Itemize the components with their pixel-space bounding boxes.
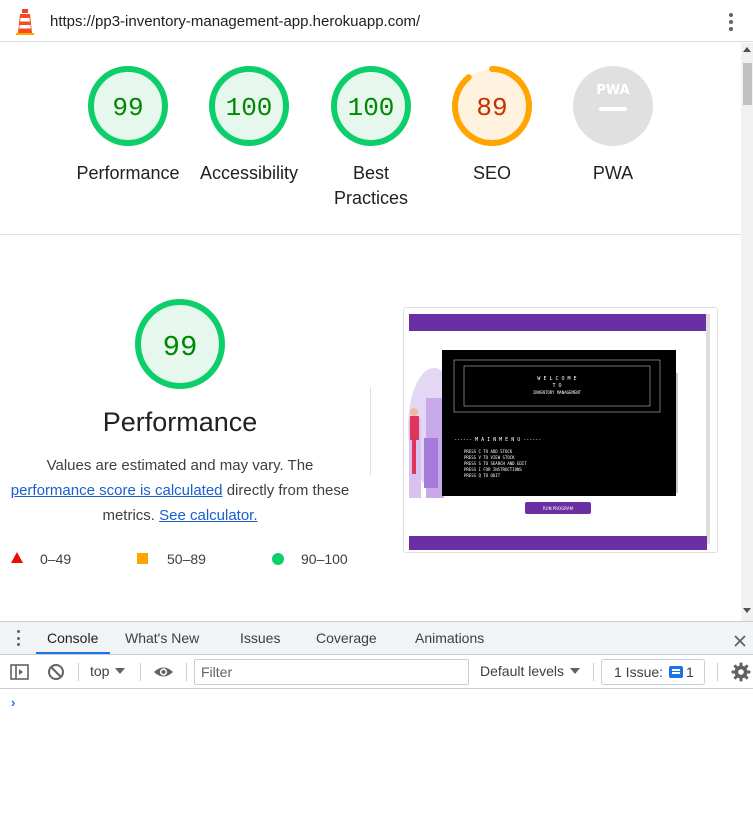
see-calculator-link[interactable]: See calculator. bbox=[159, 507, 257, 524]
url-text[interactable]: https://pp3-inventory-management-app.her… bbox=[50, 13, 420, 30]
gauge-label-line2: Practices bbox=[333, 188, 409, 208]
report-scrollbar[interactable] bbox=[741, 43, 753, 621]
gauge-score: 89 bbox=[476, 93, 507, 123]
toolbar-separator bbox=[140, 663, 141, 681]
issues-count: 1 bbox=[686, 664, 694, 680]
pass-circle-icon bbox=[272, 553, 284, 565]
performance-title: Performance bbox=[102, 407, 258, 437]
tab-coverage[interactable]: Coverage bbox=[316, 630, 377, 646]
toolbar-separator bbox=[593, 663, 594, 681]
divider bbox=[370, 387, 371, 475]
gauge-ring: 99 bbox=[135, 299, 225, 389]
performance-description: Values are estimated and may vary. The p… bbox=[0, 453, 360, 528]
svg-text:PRESS I FOR INSTRUCTIONS: PRESS I FOR INSTRUCTIONS bbox=[464, 467, 522, 472]
close-icon[interactable] bbox=[733, 631, 747, 651]
svg-text:PRESS S TO SEARCH AND EDIT: PRESS S TO SEARCH AND EDIT bbox=[464, 461, 527, 466]
gauge-score: 100 bbox=[348, 93, 395, 123]
gauge-label: Best Practices bbox=[311, 161, 431, 211]
svg-text:INVENTORY MANAGEMENT: INVENTORY MANAGEMENT bbox=[533, 390, 582, 395]
average-square-icon bbox=[137, 553, 148, 564]
lighthouse-icon bbox=[16, 9, 34, 35]
final-screenshot[interactable]: W E L C O M E T O INVENTORY MANAGEMENT -… bbox=[403, 307, 718, 553]
tab-animations[interactable]: Animations bbox=[415, 630, 484, 646]
performance-score: 99 bbox=[163, 331, 198, 364]
gauge-accessibility[interactable]: 100 Accessibility bbox=[189, 65, 309, 186]
scrollbar-thumb[interactable] bbox=[743, 63, 752, 105]
gauge-performance[interactable]: 99 Performance bbox=[68, 65, 188, 186]
svg-text:PRESS C TO ADD STOCK: PRESS C TO ADD STOCK bbox=[464, 449, 513, 454]
gauge-score: 99 bbox=[112, 93, 143, 123]
gauge-ring: 100 bbox=[209, 66, 289, 146]
legend-pass: 90–100 bbox=[301, 551, 348, 567]
svg-text:PRESS Q TO QUIT: PRESS Q TO QUIT bbox=[464, 473, 501, 478]
score-legend: 0–49 50–89 90–100 bbox=[10, 549, 370, 569]
scroll-up-arrow-icon[interactable] bbox=[743, 47, 751, 52]
gauge-score: 100 bbox=[226, 93, 273, 123]
more-options-icon[interactable] bbox=[723, 11, 739, 33]
active-tab-indicator bbox=[36, 652, 110, 654]
issues-counter-button[interactable]: 1 Issue: 1 bbox=[601, 659, 705, 685]
eye-icon[interactable] bbox=[153, 664, 174, 680]
log-levels-value: Default levels bbox=[480, 663, 565, 679]
gauge-seo[interactable]: 89 SEO bbox=[432, 65, 552, 186]
chevron-down-icon bbox=[115, 668, 126, 674]
desc-text-1: Values are estimated and may vary. The bbox=[46, 457, 314, 474]
legend-fail: 0–49 bbox=[40, 551, 72, 567]
gauge-label: Accessibility bbox=[199, 163, 299, 183]
gauge-ring: 100 bbox=[331, 66, 411, 146]
screenshot-header-bar bbox=[409, 314, 707, 331]
devtools-tabbar: Console What's New Issues Coverage Anima… bbox=[0, 622, 753, 655]
toolbar-separator bbox=[717, 663, 718, 681]
performance-score-link[interactable]: performance score is calculated bbox=[11, 482, 223, 499]
svg-text:RUN PROGRAM: RUN PROGRAM bbox=[543, 506, 574, 511]
svg-text:PRESS V TO VIEW STOCK: PRESS V TO VIEW STOCK bbox=[464, 455, 515, 460]
context-selector[interactable]: top bbox=[90, 663, 126, 679]
tab-console[interactable]: Console bbox=[47, 630, 98, 646]
chevron-down-icon bbox=[570, 668, 581, 674]
issue-message-icon bbox=[669, 666, 684, 678]
category-gauges: 99 Performance 100 Accessibility 100 Bes… bbox=[0, 43, 741, 235]
lighthouse-report: 99 Performance 100 Accessibility 100 Bes… bbox=[0, 43, 741, 621]
console-toolbar: top Default levels 1 Issue: 1 bbox=[0, 655, 753, 689]
toolbar-separator bbox=[186, 663, 187, 681]
log-levels-dropdown[interactable]: Default levels bbox=[480, 663, 581, 679]
console-filter-input[interactable] bbox=[194, 659, 469, 685]
gear-icon[interactable] bbox=[731, 662, 751, 682]
context-value: top bbox=[90, 663, 110, 679]
address-bar[interactable]: https://pp3-inventory-management-app.her… bbox=[0, 0, 753, 42]
performance-big-gauge: 99 bbox=[0, 298, 360, 395]
screenshot-footer-bar bbox=[409, 536, 707, 550]
svg-text:T O: T O bbox=[552, 383, 561, 389]
devtools-panel: Console What's New Issues Coverage Anima… bbox=[0, 621, 753, 834]
legend-average: 50–89 bbox=[167, 551, 206, 567]
pwa-badge-icon: PWA bbox=[573, 66, 653, 146]
issues-label: 1 Issue: bbox=[614, 664, 664, 680]
gauge-label: Performance bbox=[76, 163, 180, 183]
show-sidebar-icon[interactable] bbox=[10, 663, 29, 681]
gauge-label: PWA bbox=[592, 163, 634, 183]
screenshot-image: W E L C O M E T O INVENTORY MANAGEMENT -… bbox=[404, 308, 717, 552]
gauge-label: SEO bbox=[472, 163, 511, 183]
drawer-menu-icon[interactable] bbox=[17, 630, 21, 646]
scroll-down-arrow-icon[interactable] bbox=[743, 608, 751, 613]
fail-triangle-icon bbox=[11, 552, 23, 563]
gauge-pwa[interactable]: PWA PWA bbox=[553, 65, 673, 186]
tab-whats-new[interactable]: What's New bbox=[125, 630, 199, 646]
gauge-best-practices[interactable]: 100 Best Practices bbox=[311, 65, 431, 211]
clear-console-icon[interactable] bbox=[47, 663, 65, 681]
pwa-badge-text: PWA bbox=[596, 83, 629, 98]
gauge-label-line1: Best bbox=[352, 163, 390, 183]
console-prompt-icon[interactable]: › bbox=[11, 695, 15, 710]
toolbar-separator bbox=[78, 663, 79, 681]
gauge-ring: 99 bbox=[88, 66, 168, 146]
svg-text:------ M A I N M E N U -----: ------ M A I N M E N U ------ bbox=[454, 437, 541, 443]
tab-issues[interactable]: Issues bbox=[240, 630, 280, 646]
svg-text:W E L C O M E: W E L C O M E bbox=[537, 376, 576, 382]
gauge-ring: 89 bbox=[452, 66, 532, 146]
